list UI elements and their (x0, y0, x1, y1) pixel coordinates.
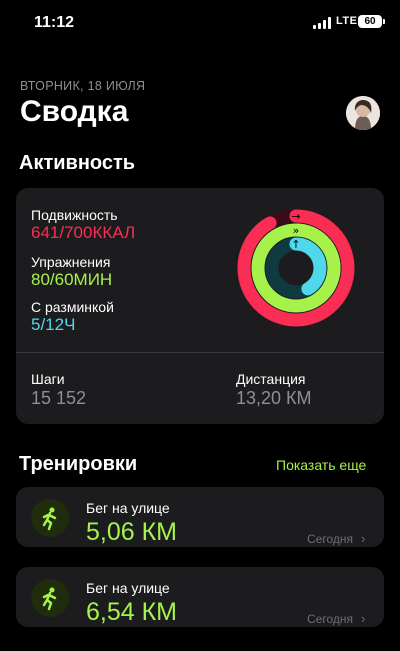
profile-avatar[interactable] (346, 96, 380, 130)
workout-name: Бег на улице (86, 500, 170, 516)
show-more-link[interactable]: Показать еще (276, 457, 366, 473)
workout-item[interactable]: Бег на улице 5,06 КМ Сегодня › (16, 487, 384, 547)
activity-section-title: Активность (19, 152, 136, 174)
workout-date: Сегодня (307, 532, 353, 546)
status-bar: 11:12 LTE 60 (0, 0, 400, 44)
stand-ring-arrow-icon: ↑ (291, 238, 300, 251)
move-value: 641/700ККАЛ (31, 223, 136, 242)
distance-label: Дистанция (236, 371, 306, 387)
stand-label: С разминкой (31, 299, 114, 315)
distance-value: 13,20 КМ (236, 388, 312, 408)
workout-distance: 6,54 КМ (86, 598, 177, 626)
move-label: Подвижность (31, 207, 118, 223)
exercise-label: Упражнения (31, 254, 111, 270)
running-icon (31, 499, 69, 537)
workout-name: Бег на улице (86, 580, 170, 596)
chevron-right-icon: › (361, 611, 366, 626)
workout-item[interactable]: Бег на улице 6,54 КМ Сегодня › (16, 567, 384, 627)
battery-icon: 60 (358, 15, 385, 28)
network-type: LTE (336, 15, 358, 27)
page-title: Сводка (20, 95, 129, 128)
activity-card[interactable]: Подвижность 641/700ККАЛ Упражнения 80/60… (16, 188, 384, 424)
running-icon (31, 579, 69, 617)
exercise-value: 80/60МИН (31, 270, 113, 289)
steps-value: 15 152 (31, 388, 87, 408)
status-time: 11:12 (34, 14, 75, 31)
chevron-right-icon: › (361, 531, 366, 546)
workout-distance: 5,06 КМ (86, 518, 177, 546)
exercise-ring-arrow-icon: » (293, 224, 300, 237)
workout-date: Сегодня (307, 612, 353, 626)
signal-icon (313, 17, 331, 29)
stand-value: 5/12Ч (31, 315, 76, 334)
activity-rings[interactable]: →»↑ (236, 208, 356, 328)
card-divider (16, 352, 384, 353)
steps-label: Шаги (31, 371, 65, 387)
date-label: ВТОРНИК, 18 ИЮЛЯ (20, 79, 146, 93)
workouts-section-title: Тренировки (19, 453, 138, 475)
move-ring-arrow-icon: → (291, 210, 300, 223)
